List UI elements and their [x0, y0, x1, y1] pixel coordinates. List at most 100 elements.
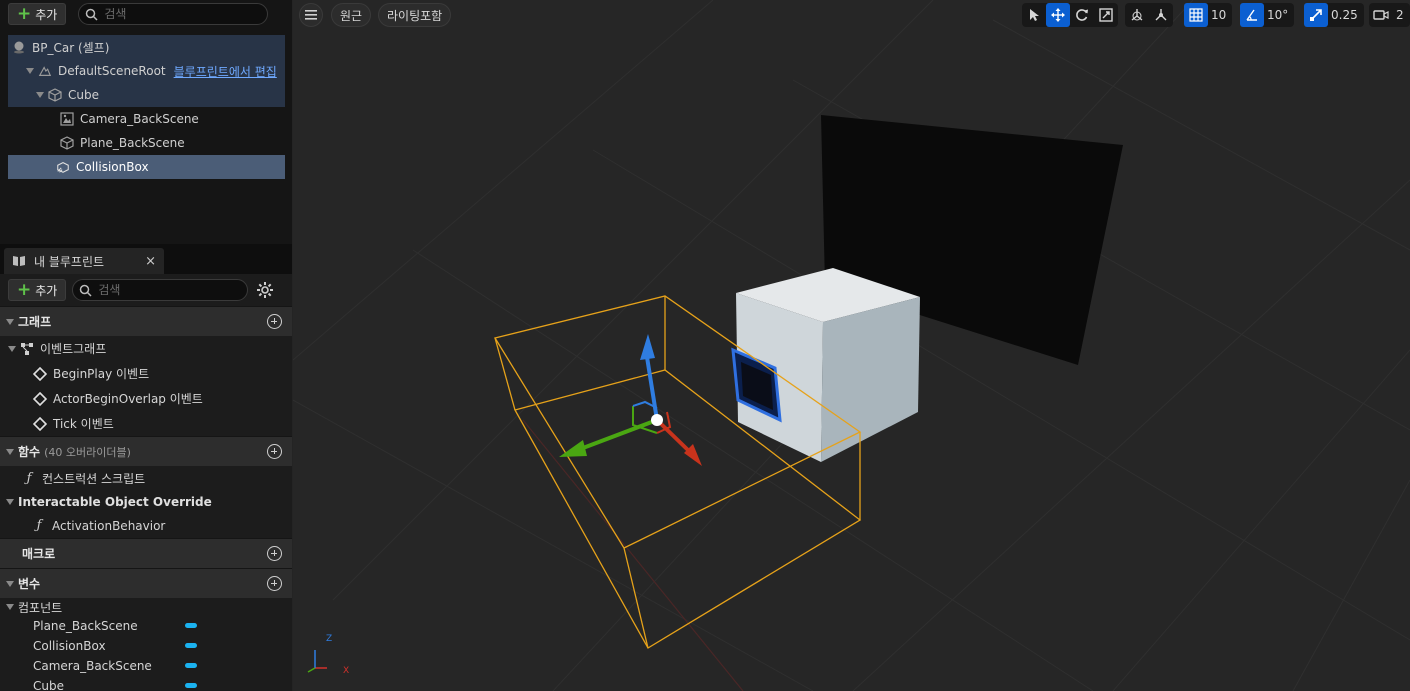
variable-item[interactable]: Camera_BackScene [0, 656, 292, 676]
components-panel: + 추가 BP_Car (셀프) DefaultSceneRoot 블루 [0, 0, 292, 244]
variable-item[interactable]: CollisionBox [0, 636, 292, 656]
coordinate-system-group [1125, 3, 1173, 27]
static-mesh-icon [48, 88, 62, 102]
function-item[interactable]: ƒ ActivationBehavior [0, 513, 292, 538]
edit-in-blueprint-link[interactable]: 블루프린트에서 편집 [174, 63, 277, 80]
variable-label: CollisionBox [33, 639, 106, 653]
section-graph[interactable]: 그래프 [0, 306, 292, 336]
variable-item[interactable]: Plane_BackScene [0, 616, 292, 636]
add-graph-icon[interactable] [267, 314, 282, 329]
camera-speed-value[interactable]: 2 [1393, 8, 1410, 22]
tab-my-blueprint[interactable]: 내 블루프린트 × [4, 248, 164, 274]
grid-icon [1189, 8, 1203, 22]
scale-snap-group[interactable]: 0.25 [1304, 3, 1364, 27]
camera-icon [1373, 10, 1389, 20]
chevron-down-icon[interactable] [6, 580, 14, 587]
grid-snap-group[interactable]: 10 [1184, 3, 1233, 27]
event-item[interactable]: Tick 이벤트 [0, 411, 292, 436]
function-label: 컨스트럭션 스크립트 [42, 472, 146, 486]
lighting-mode-button[interactable]: 라이팅포함 [378, 3, 452, 27]
section-variables-label: 변수 [18, 577, 41, 591]
section-macros[interactable]: 매크로 [0, 538, 292, 568]
function-icon: ƒ [36, 518, 42, 533]
chevron-down-icon[interactable] [6, 318, 14, 325]
components-search-input[interactable] [104, 7, 245, 21]
surface-snap-button[interactable] [1149, 3, 1173, 27]
camera-speed-group[interactable]: 2 [1369, 3, 1410, 27]
chevron-down-icon[interactable] [6, 448, 14, 455]
surface-snap-icon [1155, 9, 1167, 21]
tree-item-cube[interactable]: Cube [8, 83, 285, 107]
cursor-icon [1030, 9, 1039, 21]
viewport-scene[interactable]: X Z [293, 0, 1410, 691]
add-macro-icon[interactable] [267, 546, 282, 561]
scale-snap-toggle[interactable] [1304, 3, 1328, 27]
grid-axis-red [522, 419, 744, 691]
tree-item-label: Cube [68, 88, 99, 102]
scale-mode-button[interactable] [1094, 3, 1118, 27]
variable-category[interactable]: 컴포넌트 [0, 598, 292, 616]
tree-item-plane-backscene[interactable]: Plane_BackScene [8, 131, 285, 155]
tree-item-defaultsceneroot[interactable]: DefaultSceneRoot 블루프린트에서 편집 [8, 59, 285, 83]
chevron-down-icon[interactable] [8, 345, 16, 352]
tree-item-bp-car[interactable]: BP_Car (셀프) [8, 35, 285, 59]
axis-x-label: X [343, 666, 349, 676]
camera-speed-toggle[interactable] [1369, 3, 1393, 27]
grid-snap-value[interactable]: 10 [1208, 8, 1232, 22]
chevron-down-icon[interactable] [26, 68, 34, 74]
viewport-options-button[interactable] [299, 3, 323, 27]
tree-item-collisionbox[interactable]: CollisionBox [8, 155, 285, 179]
close-icon[interactable]: × [145, 254, 156, 269]
function-category[interactable]: Interactable Object Override [0, 491, 292, 513]
section-macros-label: 매크로 [22, 547, 56, 561]
translate-mode-button[interactable] [1046, 3, 1070, 27]
event-graph-label: 이벤트그래프 [40, 342, 107, 356]
viewport[interactable]: X Z 원근 라이팅포함 10 10° 0.25 2 [293, 0, 1410, 691]
angle-icon [1246, 9, 1257, 21]
gear-icon[interactable] [256, 281, 274, 299]
variable-type-pill [185, 683, 197, 688]
variable-type-pill [185, 643, 197, 648]
perspective-label: 원근 [340, 8, 363, 23]
rotation-snap-value[interactable]: 10° [1264, 8, 1294, 22]
coordinate-system-button[interactable] [1125, 3, 1149, 27]
event-diamond-icon [33, 366, 47, 381]
scale-snap-value[interactable]: 0.25 [1328, 8, 1364, 22]
move-icon [1051, 8, 1065, 22]
my-blueprint-search[interactable] [72, 279, 249, 301]
event-graph-item[interactable]: 이벤트그래프 [0, 336, 292, 361]
section-variables[interactable]: 변수 [0, 568, 292, 598]
section-graph-label: 그래프 [18, 315, 52, 329]
event-item[interactable]: ActorBeginOverlap 이벤트 [0, 386, 292, 411]
select-mode-button[interactable] [1022, 3, 1046, 27]
event-diamond-icon [33, 416, 47, 431]
add-component-label: 추가 [35, 7, 58, 22]
my-blueprint-search-input[interactable] [98, 283, 239, 297]
variable-label: Camera_BackScene [33, 659, 152, 673]
perspective-button[interactable]: 원근 [331, 3, 372, 27]
event-item[interactable]: BeginPlay 이벤트 [0, 361, 292, 386]
rotation-snap-group[interactable]: 10° [1240, 3, 1295, 27]
rotation-snap-toggle[interactable] [1240, 3, 1264, 27]
function-item[interactable]: ƒ 컨스트럭션 스크립트 [0, 466, 292, 491]
components-search[interactable] [78, 3, 269, 25]
tree-item-camera-backscene[interactable]: Camera_BackScene [8, 107, 285, 131]
rotate-mode-button[interactable] [1070, 3, 1094, 27]
add-variable-icon[interactable] [267, 576, 282, 591]
chevron-down-icon[interactable] [6, 499, 14, 505]
axis-indicator: X Z [307, 634, 349, 676]
add-function-icon[interactable] [267, 444, 282, 459]
my-blueprint-panel: + 추가 그래프 이벤트그래프 [0, 274, 292, 691]
variable-item[interactable]: Cube [0, 676, 292, 691]
tree-item-label: BP_Car (셀프) [32, 40, 110, 55]
section-functions[interactable]: 함수 (40 오버라이더블) [0, 436, 292, 466]
event-label: ActorBeginOverlap 이벤트 [53, 392, 203, 406]
chevron-down-icon[interactable] [6, 604, 14, 610]
add-component-button[interactable]: + 추가 [8, 3, 67, 25]
transform-mode-group [1022, 3, 1118, 27]
collision-box-icon [56, 160, 70, 174]
my-blueprint-toolbar: + 추가 [0, 274, 292, 306]
add-member-button[interactable]: + 추가 [8, 279, 67, 301]
grid-snap-toggle[interactable] [1184, 3, 1208, 27]
chevron-down-icon[interactable] [36, 92, 44, 98]
